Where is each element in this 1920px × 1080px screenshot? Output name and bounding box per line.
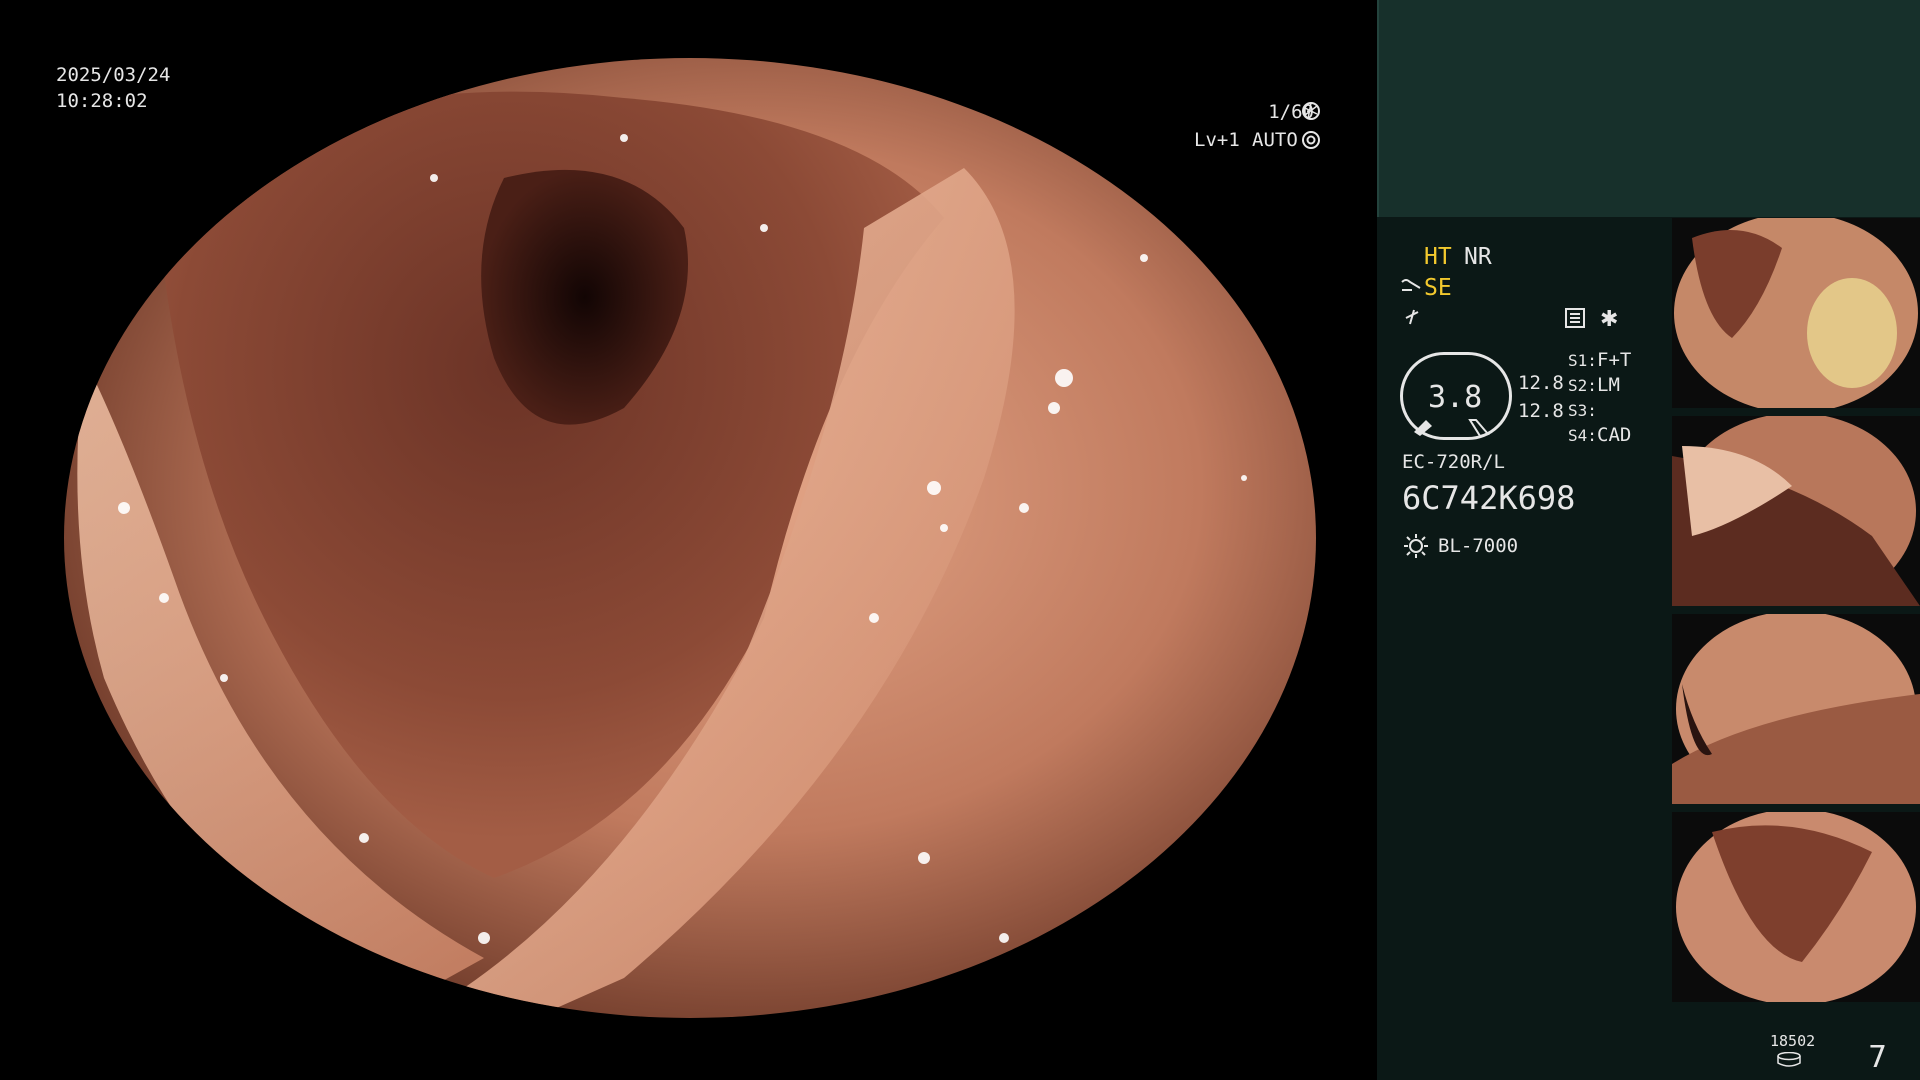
capture-thumbnail-1[interactable] bbox=[1672, 218, 1920, 408]
sun-icon bbox=[1402, 532, 1430, 560]
date-text: 2025/03/24 bbox=[56, 64, 171, 86]
se-label: SE bbox=[1424, 275, 1452, 301]
zoom-right-marker bbox=[1468, 418, 1490, 438]
asterisk-icon: ✱ bbox=[1600, 307, 1619, 332]
s1-label: S1: bbox=[1568, 351, 1597, 370]
disk-icon bbox=[1776, 1051, 1802, 1068]
endoscope-view bbox=[64, 58, 1316, 1018]
scope-model: EC-720R/L bbox=[1402, 451, 1505, 473]
s4-label: S4: bbox=[1568, 426, 1597, 445]
aperture-icon bbox=[1300, 100, 1322, 122]
capture-thumbnail-3[interactable] bbox=[1672, 614, 1920, 804]
s2-label: S2: bbox=[1568, 376, 1597, 395]
s4-value: CAD bbox=[1597, 424, 1632, 446]
iris-text: AUTO bbox=[1252, 129, 1298, 151]
value-top: 12.8 bbox=[1518, 372, 1564, 394]
light-source: BL-7000 bbox=[1438, 535, 1519, 557]
side-panel-header bbox=[1377, 0, 1920, 217]
zoom-value: 3.8 bbox=[1428, 380, 1483, 415]
endoscope-image bbox=[64, 58, 1316, 1018]
freeze-icon bbox=[1402, 306, 1424, 328]
capture-thumbnail-2[interactable] bbox=[1672, 416, 1920, 606]
s2-value: LM bbox=[1597, 374, 1620, 396]
capture-counter: 18502 bbox=[1770, 1032, 1816, 1050]
wave-icon bbox=[1400, 276, 1422, 298]
s1-value: F+T bbox=[1597, 349, 1632, 371]
value-bottom: 12.8 bbox=[1518, 400, 1564, 422]
capture-thumbnail-4[interactable] bbox=[1672, 812, 1920, 1002]
record-icon bbox=[1564, 307, 1586, 329]
time-text: 10:28:02 bbox=[56, 90, 148, 112]
ht-label: HT bbox=[1424, 244, 1452, 270]
image-count: 7 bbox=[1868, 1040, 1888, 1075]
level-text: Lv+1 bbox=[1194, 129, 1240, 151]
scope-serial: 6C742K698 bbox=[1402, 479, 1576, 517]
s3-label: S3: bbox=[1568, 401, 1597, 420]
zoom-left-marker bbox=[1412, 418, 1434, 436]
iris-icon bbox=[1300, 129, 1322, 151]
nr-label: NR bbox=[1464, 244, 1492, 270]
